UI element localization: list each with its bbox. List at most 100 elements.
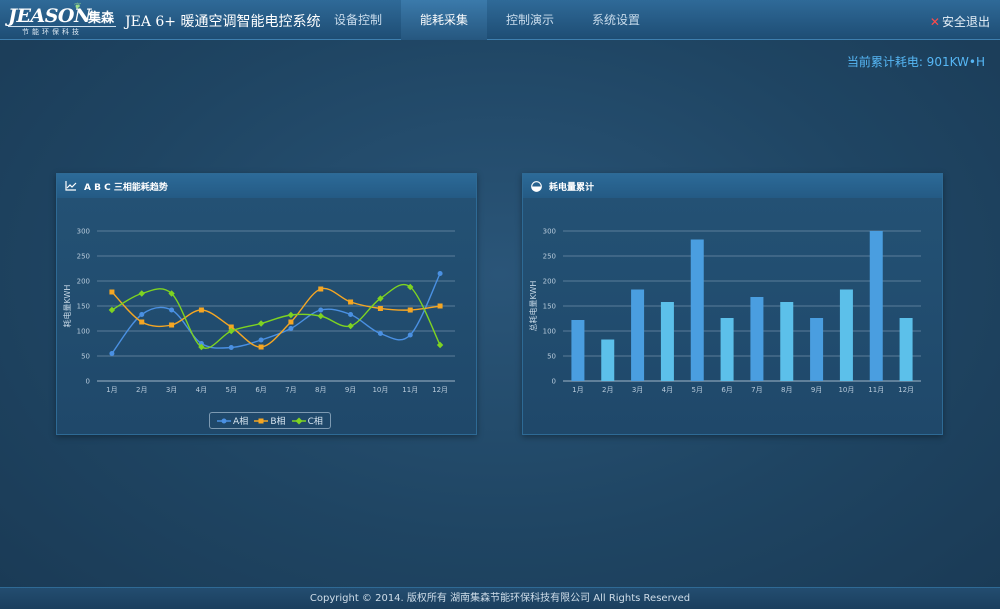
cumulative-bar-chart: 0 50 100 150 200 250 300 总耗电量KWH 1月 2月 3月 4月 5月 6月 7月 8… [528,228,921,394]
bar[interactable] [780,302,794,381]
trend-panel-title: A B C 三相能耗趋势 [84,182,168,193]
logo-cn-text: 集森 [88,11,115,26]
legend-label-b: B相 [270,417,286,427]
y-axis-label: 耗电量KWH [62,285,72,328]
cumulative-panel-title: 耗电量累计 [549,182,595,193]
main-nav: 设备控制 能耗采集 控制演示 系统设置 [315,0,659,40]
y-axis-label: 总耗电量KWH [528,281,538,332]
x-tick-label: 8月 [315,386,326,394]
x-tick-label: 9月 [811,386,822,394]
x-tick-label: 2月 [136,386,147,394]
legend-label-c: C相 [307,417,323,427]
data-point[interactable] [287,311,295,319]
bar[interactable] [869,231,883,381]
data-point[interactable] [228,345,234,350]
half-circle-icon [531,180,542,192]
y-tick-label: 0 [86,378,90,386]
y-tick-label: 100 [543,328,556,336]
data-point[interactable] [109,351,115,356]
y-tick-label: 50 [547,353,556,361]
y-tick-label: 50 [81,353,90,361]
bar[interactable] [810,318,824,381]
y-tick-label: 150 [543,303,556,311]
data-point[interactable] [258,337,264,343]
nav-energy-collection[interactable]: 能耗采集 [401,0,488,40]
bar[interactable] [899,318,913,381]
x-tick-label: 11月 [402,386,418,394]
x-tick-label: 8月 [781,386,792,394]
logout-button[interactable]: ✕ 安全退出 [930,13,990,30]
bar[interactable] [839,289,853,382]
data-point[interactable] [377,306,383,311]
data-point[interactable] [407,307,413,313]
data-point[interactable] [407,332,413,338]
data-point[interactable] [437,303,443,309]
bar[interactable] [690,239,704,382]
data-point[interactable] [109,289,115,295]
data-point[interactable] [377,331,383,336]
x-tick-label: 1月 [106,386,117,394]
data-point[interactable] [317,312,324,320]
data-point[interactable] [348,299,354,305]
y-tick-label: 250 [77,253,90,261]
y-tick-label: 0 [552,378,556,386]
y-tick-label: 200 [543,278,556,286]
total-consumption: 当前累计耗电: 901KW•H [846,55,985,69]
company-logo: JEASON ❦ 集森 节能环保科技 [8,2,120,36]
data-point[interactable] [138,290,145,297]
cumulative-panel-header: 耗电量累计 [523,174,942,198]
bar[interactable] [601,339,615,382]
data-point[interactable] [288,319,294,325]
line-chart-icon [65,181,77,191]
x-tick-label: 3月 [632,386,643,394]
data-point[interactable] [318,307,324,313]
nav-system-settings[interactable]: 系统设置 [573,0,659,40]
x-tick-label: 12月 [432,386,448,394]
bar[interactable] [571,320,585,381]
legend-item-b[interactable]: B相 [254,414,286,427]
bar[interactable] [750,297,764,381]
x-tick-label: 2月 [602,386,613,394]
logo-subtitle: 节能环保科技 [22,28,82,36]
legend-item-a[interactable]: A相 [217,414,248,427]
y-tick-label: 300 [77,228,90,236]
data-point[interactable] [108,306,116,314]
x-tick-label: 5月 [226,386,237,394]
top-bar: JEASON ❦ 集森 节能环保科技 JEA 6+ 暖通空调智能电控系统 设备控… [0,0,1000,40]
close-icon: ✕ [929,15,940,29]
data-point[interactable] [169,322,175,328]
x-tick-label: 10月 [838,386,854,394]
bar[interactable] [660,302,674,381]
data-point[interactable] [437,271,443,276]
data-point[interactable] [169,307,175,313]
data-point[interactable] [139,312,145,317]
legend-item-c[interactable]: C相 [291,414,323,427]
y-tick-label: 300 [543,228,556,236]
nav-device-control[interactable]: 设备控制 [315,0,401,40]
y-tick-label: 200 [77,278,90,286]
bar[interactable] [631,289,645,382]
x-tick-label: 10月 [372,386,388,394]
x-tick-label: 9月 [345,386,356,394]
circle-marker-icon [217,418,232,423]
app-title: JEA 6+ 暖通空调智能电控系统 [125,14,321,30]
x-tick-label: 1月 [572,386,583,394]
data-point[interactable] [436,341,444,349]
series-line-0 [111,273,441,354]
data-point[interactable] [288,326,294,331]
data-point[interactable] [139,319,145,325]
x-tick-label: 7月 [751,386,762,394]
data-point[interactable] [348,312,354,317]
data-point[interactable] [198,307,204,313]
y-tick-label: 250 [543,253,556,261]
bar[interactable] [720,318,734,381]
data-point[interactable] [257,320,265,327]
x-tick-label: 7月 [285,386,296,394]
data-point[interactable] [318,286,324,292]
data-point[interactable] [347,322,354,330]
nav-control-demo[interactable]: 控制演示 [487,0,573,40]
x-tick-label: 12月 [898,386,914,394]
data-point[interactable] [258,344,264,350]
x-tick-label: 4月 [196,386,207,394]
cumulative-panel: 耗电量累计 0 50 100 150 200 250 300 总耗电量KWH 1月 2月 3月 4月 5… [522,173,943,435]
